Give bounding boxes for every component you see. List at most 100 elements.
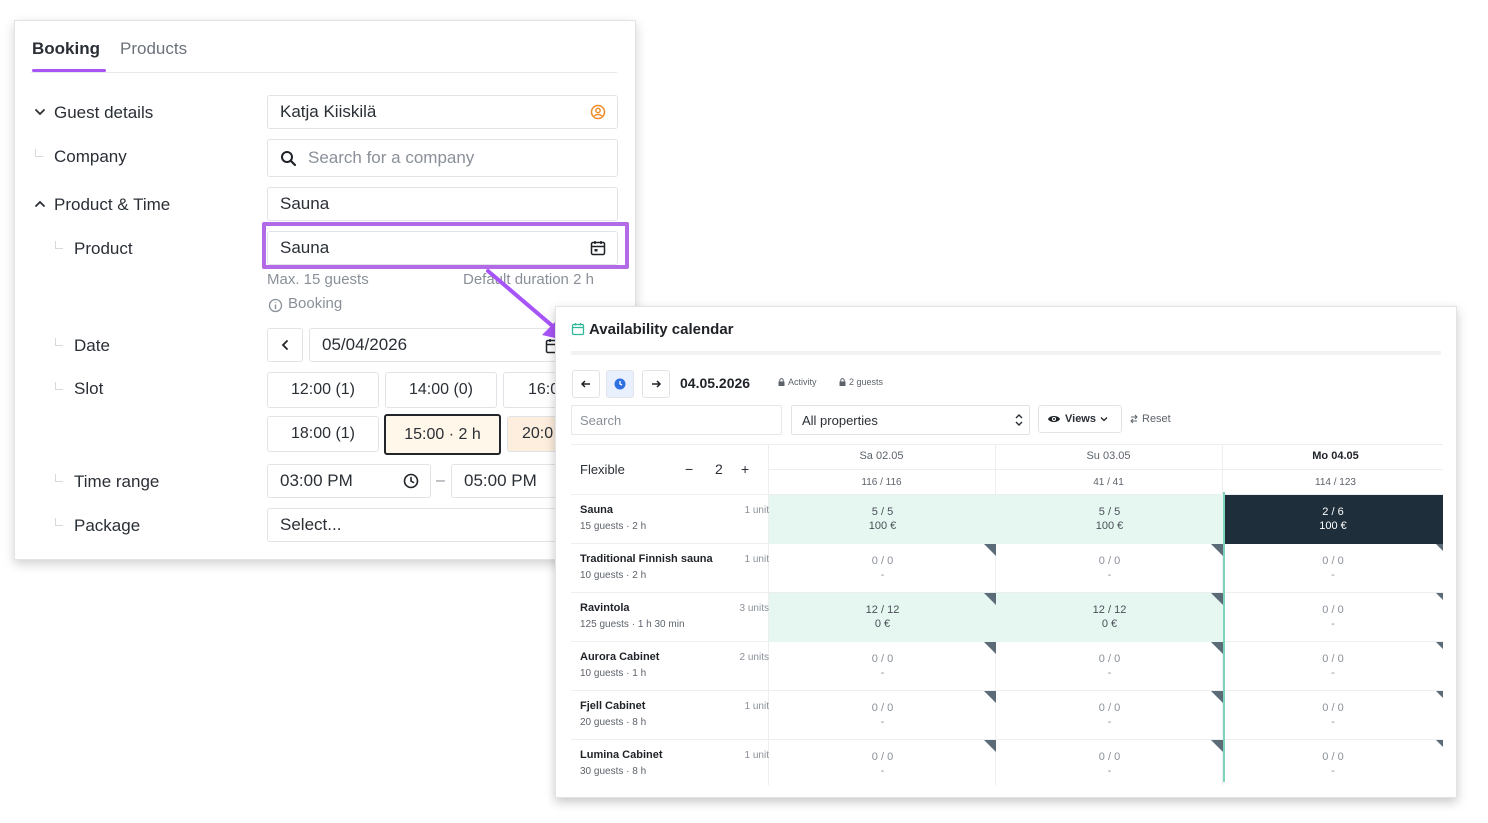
guests-chip[interactable]: 2 guests [839,377,883,387]
clock-icon[interactable] [402,472,420,490]
availability-cell[interactable]: 12 / 12 0 € [996,593,1223,642]
day-capacity: 116 / 116 [861,477,902,488]
availability-cell[interactable]: 0 / 0 - [996,642,1223,691]
cell-capacity: 0 / 0 [871,751,894,763]
cell-price: - [1331,667,1335,679]
tree-connector [55,382,63,390]
calendar-search-input[interactable]: Search [571,405,782,435]
arrow-right-icon [652,380,662,388]
resource-name[interactable]: Traditional Finnish sauna [580,553,713,565]
resource-units: 1 unit [744,554,769,565]
availability-cell[interactable]: 5 / 5 100 € [769,495,996,544]
prev-day-button[interactable] [572,370,600,398]
resource-name[interactable]: Fjell Cabinet [580,700,645,712]
product-field[interactable]: Sauna [267,231,618,265]
resource-name[interactable]: Lumina Cabinet [580,749,663,761]
cell-capacity: 0 / 0 [1322,555,1344,567]
cell-capacity: 0 / 0 [1322,751,1344,763]
product-time-field[interactable]: Sauna [267,187,618,221]
tree-connector [35,149,43,157]
calendar-icon [571,323,585,336]
availability-cell[interactable]: 0 / 0 - [1223,642,1443,691]
cell-price: - [1331,765,1335,777]
title-divider [571,351,1441,355]
flexible-label: Flexible [580,462,625,477]
availability-cell[interactable]: 0 / 0 - [996,544,1223,593]
slot-button[interactable]: 18:00 (1) [267,416,379,452]
chevron-up-icon[interactable] [32,196,48,212]
cell-corner-marker [1436,691,1443,698]
cell-corner-marker [1436,544,1443,551]
day-header[interactable]: Sa 02.05 [768,450,995,462]
clock-icon [614,378,626,390]
time-from-input[interactable]: 03:00 PM [267,464,431,498]
day-header[interactable]: Su 03.05 [995,450,1222,462]
guests-chip-label: 2 guests [849,377,884,387]
reset-label: Reset [1142,413,1171,425]
reset-icon [1130,414,1138,424]
next-day-button[interactable] [642,370,670,398]
package-placeholder: Select... [280,515,342,534]
calendar-icon[interactable] [589,239,607,257]
availability-cell[interactable]: 0 / 0 - [769,691,996,740]
availability-cell[interactable]: 12 / 12 0 € [769,593,996,642]
availability-cell[interactable]: 0 / 0 - [1223,691,1443,740]
properties-select[interactable]: All properties [791,405,1030,435]
cell-capacity: 0 / 0 [1098,751,1121,763]
cell-corner-marker [1436,740,1443,747]
cell-price: - [880,765,885,777]
calendar-current-date: 04.05.2026 [680,375,751,391]
availability-grid: Flexible − 2 + Sa 02.05 Su 03.05 Mo 04.0… [571,444,1443,785]
product-max-guests: Max. 15 guests [267,271,369,288]
product-time-label[interactable]: Product & Time [54,195,170,215]
resource-units: 3 units [739,603,769,614]
cell-capacity: 0 / 0 [1322,604,1344,616]
company-search-input[interactable]: Search for a company [267,139,618,177]
guest-details-label[interactable]: Guest details [54,103,153,123]
company-placeholder: Search for a company [308,148,475,167]
resource-details: 10 guests · 1 h [580,668,647,679]
views-button[interactable]: Views [1038,405,1122,433]
reset-button[interactable]: Reset [1129,413,1171,425]
cell-price: - [1107,765,1112,777]
availability-cell[interactable]: 0 / 0 - [1223,544,1443,593]
today-column-indicator [1223,492,1225,782]
resource-name[interactable]: Sauna [580,504,613,516]
tab-booking[interactable]: Booking [32,39,100,59]
resource-units: 1 unit [744,701,769,712]
availability-cell[interactable]: 0 / 0 - [1223,593,1443,642]
stepper-increment-button[interactable]: + [741,461,749,477]
slot-button-selected[interactable]: 15:00 · 2 h [384,414,501,455]
prev-date-button[interactable] [267,328,303,362]
stepper-decrement-button[interactable]: − [685,461,693,477]
cell-capacity: 0 / 0 [871,702,894,714]
resource-name[interactable]: Ravintola [580,602,630,614]
day-header-today[interactable]: Mo 04.05 [1222,450,1449,462]
chevron-down-icon[interactable] [32,104,48,120]
chevron-left-icon [281,340,288,350]
availability-cell[interactable]: 0 / 0 - [769,642,996,691]
guest-name-field[interactable]: Katja Kiiskilä [267,95,618,129]
availability-cell[interactable]: 0 / 0 - [996,691,1223,740]
availability-cell[interactable]: 0 / 0 - [769,544,996,593]
cell-capacity: 0 / 0 [1098,702,1121,714]
slot-button[interactable]: 14:00 (0) [385,372,497,408]
company-label: Company [54,147,127,166]
today-button[interactable] [606,370,634,398]
availability-cell[interactable]: 5 / 5 100 € [996,495,1223,544]
resource-units: 1 unit [744,505,769,516]
resource-name[interactable]: Aurora Cabinet [580,651,659,663]
activity-chip[interactable]: Activity [778,377,817,387]
resource-details: 125 guests · 1 h 30 min [580,619,685,630]
arrow-left-icon [580,380,590,388]
slot-label: Slot [74,379,104,398]
availability-cell[interactable]: 0 / 0 - [996,740,1223,789]
tree-connector [55,241,63,249]
resource-details: 15 guests · 2 h [580,521,647,532]
user-icon[interactable] [589,103,607,121]
slot-button[interactable]: 12:00 (1) [267,372,379,408]
availability-cell[interactable]: 0 / 0 - [769,740,996,789]
availability-cell-selected[interactable]: 2 / 6 100 € [1223,495,1443,544]
availability-cell[interactable]: 0 / 0 - [1223,740,1443,789]
tab-products[interactable]: Products [120,39,187,59]
